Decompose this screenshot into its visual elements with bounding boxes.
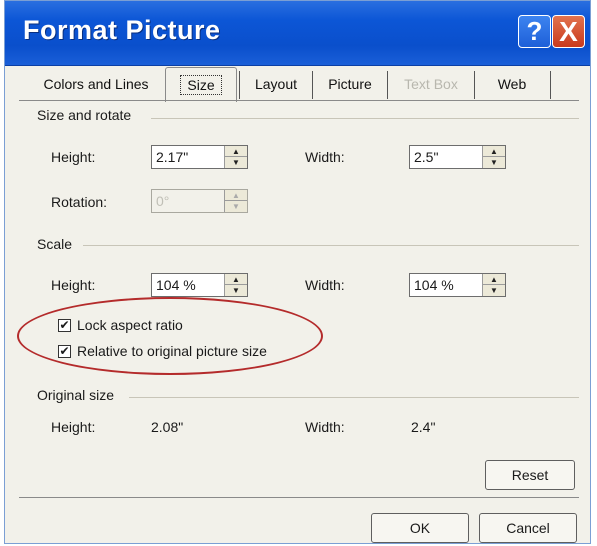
spinner-buttons: ▲ ▼ bbox=[224, 146, 247, 168]
section-divider bbox=[83, 245, 579, 246]
size-height-spinner[interactable]: 2.17" ▲ ▼ bbox=[151, 145, 248, 169]
help-button[interactable]: ? bbox=[518, 15, 551, 48]
section-divider bbox=[151, 118, 579, 119]
spin-up-icon[interactable]: ▲ bbox=[483, 274, 505, 285]
tab-label: Picture bbox=[328, 76, 372, 92]
size-width-label: Width: bbox=[305, 149, 345, 165]
tab-separator bbox=[312, 71, 313, 99]
tab-size[interactable]: Size bbox=[165, 67, 237, 102]
close-button[interactable]: X bbox=[552, 15, 585, 48]
section-scale: Scale bbox=[37, 236, 73, 252]
spin-down-icon[interactable]: ▼ bbox=[225, 285, 247, 296]
tab-panel-border bbox=[19, 100, 579, 101]
scale-height-spinner[interactable]: 104 % ▲ ▼ bbox=[151, 273, 248, 297]
tab-separator bbox=[550, 71, 551, 99]
scale-width-value: 104 % bbox=[414, 277, 454, 293]
spin-down-icon: ▼ bbox=[232, 202, 240, 211]
spin-down-icon[interactable]: ▼ bbox=[225, 157, 247, 168]
size-height-label: Height: bbox=[51, 149, 96, 165]
tab-text-box: Text Box bbox=[393, 67, 469, 101]
tab-web[interactable]: Web bbox=[482, 67, 542, 101]
spin-up-icon[interactable]: ▲ bbox=[225, 146, 247, 157]
section-original-size: Original size bbox=[37, 387, 115, 403]
section-divider bbox=[129, 397, 579, 398]
size-width-spinner[interactable]: 2.5" ▲ ▼ bbox=[409, 145, 506, 169]
spinner-buttons: ▲ ▼ bbox=[482, 146, 505, 168]
spin-up-icon[interactable]: ▲ bbox=[225, 274, 247, 285]
spin-up-icon[interactable]: ▲ bbox=[483, 146, 505, 157]
tab-colors-and-lines[interactable]: Colors and Lines bbox=[35, 67, 157, 101]
tab-label: Size bbox=[180, 75, 222, 95]
spinner-buttons: ▲ ▼ bbox=[482, 274, 505, 296]
spinner-buttons: ▲ ▼ bbox=[224, 274, 247, 296]
reset-button[interactable]: Reset bbox=[485, 460, 575, 490]
tab-label: Layout bbox=[254, 76, 298, 92]
scale-width-label: Width: bbox=[305, 277, 345, 293]
tab-label: Colors and Lines bbox=[43, 76, 149, 92]
tab-separator bbox=[474, 71, 475, 99]
original-width-label: Width: bbox=[305, 419, 345, 435]
size-height-value: 2.17" bbox=[156, 149, 189, 165]
spin-down-icon[interactable]: ▼ bbox=[483, 157, 505, 168]
original-height-label: Height: bbox=[51, 419, 96, 435]
ok-button[interactable]: OK bbox=[371, 513, 469, 543]
tab-panel-bottom-border bbox=[19, 497, 579, 498]
tab-picture[interactable]: Picture bbox=[318, 67, 382, 101]
annotation-ellipse bbox=[17, 297, 323, 375]
title-bar[interactable]: Format Picture ? X bbox=[5, 1, 590, 66]
spin-up-icon: ▲ bbox=[225, 190, 247, 201]
scale-width-spinner[interactable]: 104 % ▲ ▼ bbox=[409, 273, 506, 297]
spinner-buttons: ▲ ▼ bbox=[224, 190, 247, 212]
dialog-title: Format Picture bbox=[23, 15, 221, 45]
rotation-spinner: 0° ▲ ▼ bbox=[151, 189, 248, 213]
scale-height-label: Height: bbox=[51, 277, 96, 293]
tab-separator bbox=[387, 71, 388, 99]
cancel-button[interactable]: Cancel bbox=[479, 513, 577, 543]
tab-layout[interactable]: Layout bbox=[245, 67, 307, 101]
scale-height-value: 104 % bbox=[156, 277, 196, 293]
format-picture-dialog: Format Picture ? X Colors and Lines Size… bbox=[4, 0, 591, 544]
spin-down-icon[interactable]: ▼ bbox=[483, 285, 505, 296]
original-width-value: 2.4" bbox=[411, 419, 436, 435]
original-height-value: 2.08" bbox=[151, 419, 184, 435]
section-size-and-rotate: Size and rotate bbox=[37, 107, 132, 123]
tab-label: Text Box bbox=[404, 76, 458, 92]
tab-separator bbox=[239, 71, 240, 99]
tab-label: Web bbox=[497, 76, 527, 92]
size-width-value: 2.5" bbox=[414, 149, 439, 165]
rotation-label: Rotation: bbox=[51, 194, 108, 210]
rotation-value: 0° bbox=[156, 193, 170, 209]
